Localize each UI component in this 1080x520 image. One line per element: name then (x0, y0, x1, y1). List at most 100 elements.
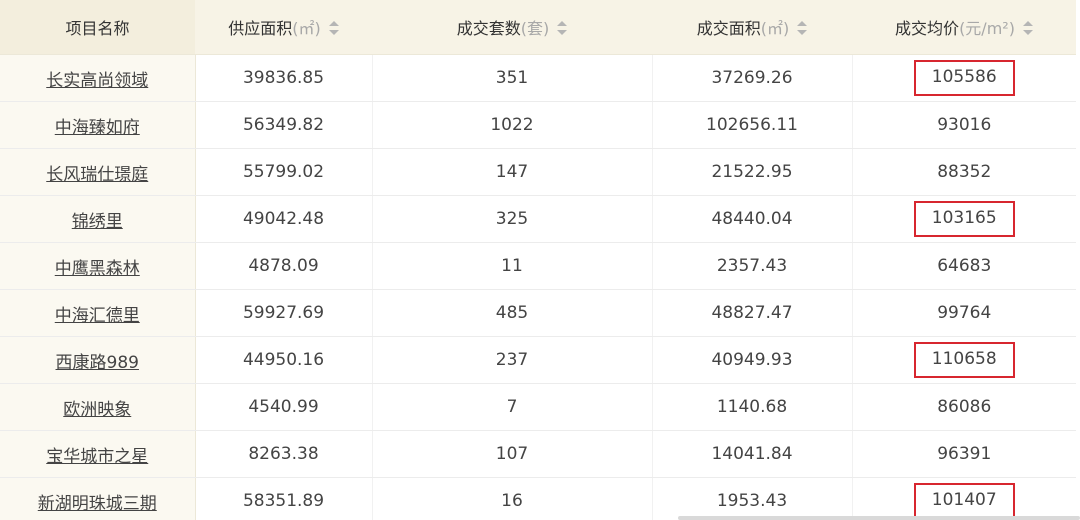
table-row: 长风瑞仕璟庭 55799.02 147 21522.95 88352 (0, 148, 1076, 196)
cell-project-name: 中鹰黑森林 (0, 242, 196, 290)
table-row: 西康路989 44950.16 237 40949.93 110658 (0, 336, 1076, 384)
table-row: 宝华城市之星 8263.38 107 14041.84 96391 (0, 430, 1076, 478)
cell-supply-area: 49042.48 (194, 195, 372, 243)
cell-deal-area: 1140.68 (651, 383, 852, 431)
cell-deal-area: 37269.26 (651, 54, 852, 102)
header-unit: (㎡) (292, 19, 321, 38)
cell-deal-area: 2357.43 (651, 242, 852, 290)
cell-avg-price: 96391 (851, 430, 1076, 478)
highlighted-price: 105586 (913, 60, 1015, 96)
header-unit: (元/m²) (959, 19, 1015, 38)
cell-supply-area: 4878.09 (194, 242, 372, 290)
data-table-container: 项目名称 供应面积(㎡) 成交套数(套) 成交面积(㎡) 成交均价(元/m²) … (0, 0, 1080, 520)
cell-deal-area: 1953.43 (651, 477, 852, 520)
cell-project-name: 中海臻如府 (0, 101, 196, 149)
header-label: 供应面积 (228, 19, 293, 38)
price-value: 86086 (937, 397, 992, 417)
table-header: 项目名称 供应面积(㎡) 成交套数(套) 成交面积(㎡) 成交均价(元/m²) (0, 0, 1076, 55)
price-value: 64683 (937, 256, 992, 276)
project-link[interactable]: 长实高尚领域 (46, 71, 148, 91)
cell-supply-area: 56349.82 (194, 101, 372, 149)
header-unit: (套) (520, 19, 550, 38)
highlighted-price: 103165 (913, 201, 1015, 237)
project-link[interactable]: 西康路989 (56, 353, 139, 373)
table-row: 欧洲映象 4540.99 7 1140.68 86086 (0, 383, 1076, 431)
cell-avg-price: 101407 (851, 477, 1076, 520)
cell-deal-area: 102656.11 (651, 101, 852, 149)
cell-project-name: 宝华城市之星 (0, 430, 196, 478)
table-row: 锦绣里 49042.48 325 48440.04 103165 (0, 195, 1076, 243)
cell-deal-area: 48440.04 (651, 195, 852, 243)
cell-project-name: 西康路989 (0, 336, 196, 384)
project-link[interactable]: 锦绣里 (72, 212, 123, 232)
highlighted-price: 101407 (913, 483, 1015, 519)
cell-supply-area: 4540.99 (194, 383, 372, 431)
project-link[interactable]: 中海汇德里 (55, 306, 140, 326)
cell-avg-price: 88352 (851, 148, 1076, 196)
cell-deal-area: 40949.93 (651, 336, 852, 384)
sort-icon[interactable] (797, 20, 808, 35)
table-row: 中鹰黑森林 4878.09 11 2357.43 64683 (0, 242, 1076, 290)
cell-deal-area: 48827.47 (651, 289, 852, 337)
cell-units-sold: 485 (371, 289, 652, 337)
cell-avg-price: 110658 (851, 336, 1076, 384)
project-link[interactable]: 长风瑞仕璟庭 (46, 165, 148, 185)
cell-avg-price: 105586 (851, 54, 1076, 102)
cell-deal-area: 21522.95 (651, 148, 852, 196)
highlighted-price: 110658 (913, 342, 1015, 378)
cell-units-sold: 1022 (371, 101, 652, 149)
cell-supply-area: 59927.69 (194, 289, 372, 337)
cell-units-sold: 7 (371, 383, 652, 431)
cell-supply-area: 58351.89 (194, 477, 372, 520)
header-deal-area[interactable]: 成交面积(㎡) (652, 0, 852, 55)
price-value: 93016 (937, 115, 992, 135)
cell-avg-price: 93016 (851, 101, 1076, 149)
header-label: 成交面积 (696, 19, 761, 38)
header-label: 成交均价 (895, 19, 960, 38)
cell-avg-price: 86086 (851, 383, 1076, 431)
cell-avg-price: 99764 (851, 289, 1076, 337)
cell-units-sold: 351 (371, 54, 652, 102)
cell-supply-area: 39836.85 (194, 54, 372, 102)
cell-units-sold: 237 (371, 336, 652, 384)
header-unit: (㎡) (760, 19, 790, 38)
table-row: 中海臻如府 56349.82 1022 102656.11 93016 (0, 101, 1076, 149)
cell-supply-area: 8263.38 (194, 430, 372, 478)
cell-project-name: 欧洲映象 (0, 383, 196, 431)
table-row: 中海汇德里 59927.69 485 48827.47 99764 (0, 289, 1076, 337)
cell-project-name: 新湖明珠城三期 (0, 477, 196, 520)
cell-units-sold: 11 (371, 242, 652, 290)
project-link[interactable]: 欧洲映象 (63, 400, 131, 420)
sort-icon[interactable] (1022, 20, 1033, 35)
horizontal-scrollbar[interactable] (678, 516, 1080, 520)
cell-supply-area: 55799.02 (194, 148, 372, 196)
cell-project-name: 长实高尚领域 (0, 54, 196, 102)
cell-project-name: 长风瑞仕璟庭 (0, 148, 196, 196)
cell-project-name: 锦绣里 (0, 195, 196, 243)
price-value: 99764 (937, 303, 992, 323)
price-value: 88352 (937, 162, 992, 182)
price-value: 96391 (937, 444, 992, 464)
sort-icon[interactable] (328, 20, 339, 35)
sort-icon[interactable] (557, 20, 568, 35)
project-link[interactable]: 新湖明珠城三期 (38, 494, 157, 514)
table-row: 新湖明珠城三期 58351.89 16 1953.43 101407 (0, 477, 1076, 520)
header-avg-price[interactable]: 成交均价(元/m²) (852, 0, 1076, 55)
header-units-sold[interactable]: 成交套数(套) (372, 0, 652, 55)
cell-avg-price: 64683 (851, 242, 1076, 290)
header-row: 项目名称 供应面积(㎡) 成交套数(套) 成交面积(㎡) 成交均价(元/m²) (0, 0, 1076, 55)
cell-units-sold: 16 (371, 477, 652, 520)
project-link[interactable]: 中鹰黑森林 (55, 259, 140, 279)
table-body: 长实高尚领域 39836.85 351 37269.26 105586 中海臻如府 5634… (0, 54, 1076, 520)
header-label: 项目名称 (65, 19, 130, 38)
project-link[interactable]: 中海臻如府 (55, 118, 140, 138)
project-link[interactable]: 宝华城市之星 (46, 447, 148, 467)
cell-units-sold: 107 (371, 430, 652, 478)
cell-units-sold: 147 (371, 148, 652, 196)
table-row: 长实高尚领域 39836.85 351 37269.26 105586 (0, 54, 1076, 102)
cell-deal-area: 14041.84 (651, 430, 852, 478)
header-project-name: 项目名称 (0, 0, 195, 55)
cell-project-name: 中海汇德里 (0, 289, 196, 337)
header-supply-area[interactable]: 供应面积(㎡) (195, 0, 372, 55)
project-deals-table: 项目名称 供应面积(㎡) 成交套数(套) 成交面积(㎡) 成交均价(元/m²) … (0, 0, 1076, 520)
